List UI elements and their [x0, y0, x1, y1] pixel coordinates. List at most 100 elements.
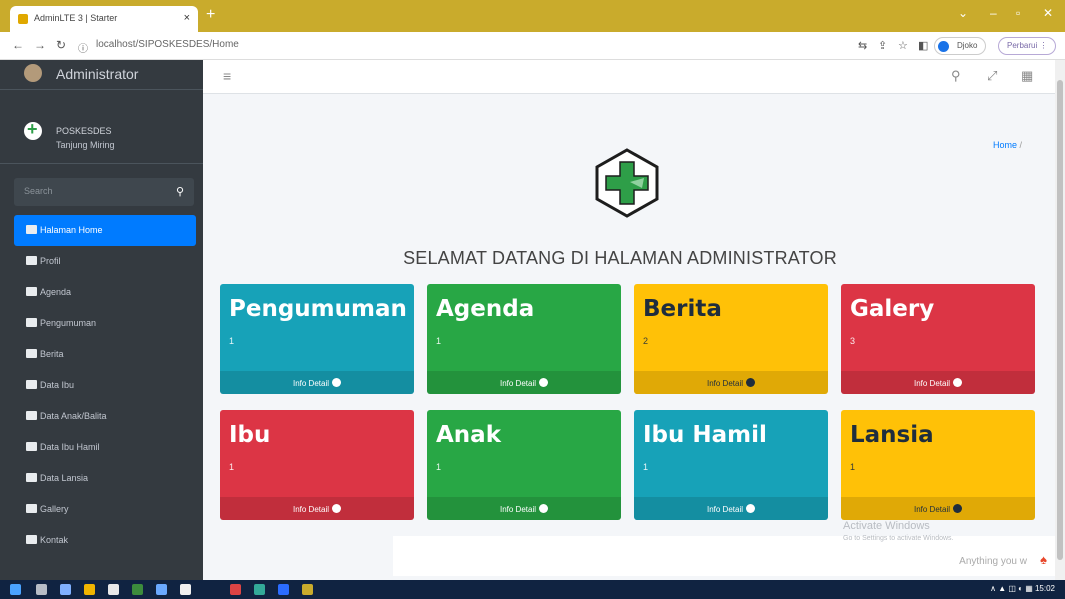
poskesdes-logo: [595, 148, 659, 218]
sidebar-item-label: Gallery: [40, 504, 69, 514]
sidebar-item-berita[interactable]: Berita: [14, 339, 196, 370]
assistant-prompt-bar[interactable]: Anything you w ♠: [393, 536, 1055, 576]
breadcrumb-home[interactable]: Home: [993, 140, 1017, 150]
arrow-circle-right-icon: [332, 378, 342, 387]
sidebar-item-label: Data Anak/Balita: [40, 411, 107, 421]
stat-box-anak: Anak 1 Info Detail: [427, 410, 621, 520]
stat-title: Berita: [643, 296, 722, 322]
app-icon[interactable]: [302, 584, 313, 595]
bed-icon: [26, 411, 37, 420]
info-detail-label: Info Detail: [292, 379, 330, 388]
id-card-icon: [26, 349, 37, 358]
update-button[interactable]: Perbarui ⋮: [998, 37, 1057, 55]
info-detail-link[interactable]: Info Detail: [841, 371, 1035, 394]
site-info-icon[interactable]: ⓘ: [78, 40, 88, 55]
sidebar-item-data-anak[interactable]: Data Anak/Balita: [14, 401, 196, 432]
info-detail-link[interactable]: Info Detail: [841, 497, 1035, 520]
file-explorer-icon[interactable]: [156, 584, 167, 595]
menu-toggle-icon[interactable]: ≡: [223, 68, 231, 84]
scrollbar-thumb[interactable]: [1057, 80, 1063, 560]
brand-title: POSKESDES: [56, 126, 112, 136]
app-icon[interactable]: [254, 584, 265, 595]
page-scrollbar[interactable]: [1055, 60, 1065, 580]
app-icon[interactable]: [230, 584, 241, 595]
url-field[interactable]: localhost/SIPOSKESDES/Home: [96, 39, 239, 50]
sidebar-item-profil[interactable]: Profil: [14, 246, 196, 277]
sidebar-item-data-ibu[interactable]: Data Ibu: [14, 370, 196, 401]
search-icon[interactable]: [36, 584, 47, 595]
fullscreen-icon[interactable]: ⤢: [987, 68, 997, 84]
translate-icon[interactable]: ⇆: [858, 39, 867, 52]
app-icon[interactable]: [278, 584, 289, 595]
store-icon[interactable]: [108, 584, 119, 595]
share-icon[interactable]: ⇪: [878, 39, 887, 52]
stat-count: 1: [229, 462, 235, 472]
task-view-icon[interactable]: [60, 584, 71, 595]
sidebar-item-gallery[interactable]: Gallery: [14, 494, 196, 525]
sidebar-item-data-lansia[interactable]: Data Lansia: [14, 463, 196, 494]
home-icon: [26, 225, 37, 234]
id-card-icon: [26, 318, 37, 327]
window-close-icon[interactable]: ✕: [1043, 6, 1053, 20]
breadcrumb: Home /: [993, 140, 1022, 150]
sidebar-item-kontak[interactable]: Kontak: [14, 525, 196, 556]
sidebar-item-data-ibu-hamil[interactable]: Data Ibu Hamil: [14, 432, 196, 463]
search-icon[interactable]: ⚲: [951, 68, 961, 84]
system-tray[interactable]: ∧ ▲ ◫ ◐ ▦ 15:02: [990, 584, 1055, 593]
stat-count: 1: [436, 336, 442, 346]
tab-close-icon[interactable]: ×: [184, 12, 190, 24]
info-detail-link[interactable]: Info Detail: [634, 497, 828, 520]
activate-subtitle: Go to Settings to activate Windows.: [843, 535, 954, 542]
stat-title: Ibu Hamil: [643, 422, 767, 448]
stat-title: Pengumuman: [229, 296, 407, 322]
app-icon[interactable]: [132, 584, 143, 595]
sidebar-menu: Halaman Home Profil Agenda Pengumuman Be…: [14, 215, 196, 556]
minimize-icon[interactable]: –: [990, 6, 997, 20]
arrow-circle-right-icon: [953, 504, 963, 513]
start-icon[interactable]: [10, 584, 21, 595]
bed-icon: [26, 535, 37, 544]
sidebar-item-agenda[interactable]: Agenda: [14, 277, 196, 308]
arrow-circle-right-icon: [746, 378, 756, 387]
avatar: [938, 41, 949, 52]
sidepanel-icon[interactable]: ◧: [918, 39, 928, 52]
chrome-icon[interactable]: [84, 584, 95, 595]
grid-icon[interactable]: ▦: [1021, 68, 1033, 84]
info-detail-link[interactable]: Info Detail: [220, 371, 414, 394]
brand[interactable]: POSKESDES Tanjung Miring: [0, 104, 203, 164]
arrow-circle-right-icon: [953, 378, 963, 387]
info-detail-link[interactable]: Info Detail: [220, 497, 414, 520]
app-icon[interactable]: [180, 584, 191, 595]
user-avatar: [24, 64, 42, 82]
stat-count: 2: [643, 336, 649, 346]
sidebar-item-home[interactable]: Halaman Home: [14, 215, 196, 246]
browser-tab[interactable]: AdminLTE 3 | Starter ×: [10, 6, 198, 32]
sidebar-item-label: Halaman Home: [40, 225, 103, 235]
info-detail-link[interactable]: Info Detail: [427, 497, 621, 520]
back-icon[interactable]: ←: [12, 38, 24, 52]
profile-label: Djoko: [957, 41, 978, 50]
breadcrumb-separator: /: [1019, 140, 1023, 150]
sidebar-item-pengumuman[interactable]: Pengumuman: [14, 308, 196, 339]
maximize-icon[interactable]: ▫: [1016, 6, 1020, 20]
info-detail-link[interactable]: Info Detail: [427, 371, 621, 394]
info-detail-label: Info Detail: [706, 379, 744, 388]
stat-box-berita: Berita 2 Info Detail: [634, 284, 828, 394]
new-tab-button[interactable]: +: [206, 6, 215, 24]
info-detail-link[interactable]: Info Detail: [634, 371, 828, 394]
profile-button[interactable]: Djoko: [934, 37, 987, 55]
search-input[interactable]: Search: [24, 186, 53, 196]
forward-icon[interactable]: →: [34, 38, 46, 52]
reload-icon[interactable]: ↻: [56, 38, 66, 52]
info-detail-label: Info Detail: [292, 505, 330, 514]
tab-title: AdminLTE 3 | Starter: [34, 13, 118, 23]
sidebar-item-label: Agenda: [40, 287, 72, 297]
bed-icon: [26, 380, 37, 389]
search-icon[interactable]: ⚲: [176, 185, 184, 198]
arrow-circle-right-icon: [539, 378, 549, 387]
sidebar-user[interactable]: Administrator: [0, 60, 203, 90]
windows-taskbar: ∧ ▲ ◫ ◐ ▦ 15:02: [0, 580, 1065, 599]
chevron-down-icon[interactable]: ⌄: [958, 6, 968, 20]
bookmark-star-icon[interactable]: ☆: [898, 39, 908, 52]
sidebar-search[interactable]: Search ⚲: [14, 178, 194, 206]
